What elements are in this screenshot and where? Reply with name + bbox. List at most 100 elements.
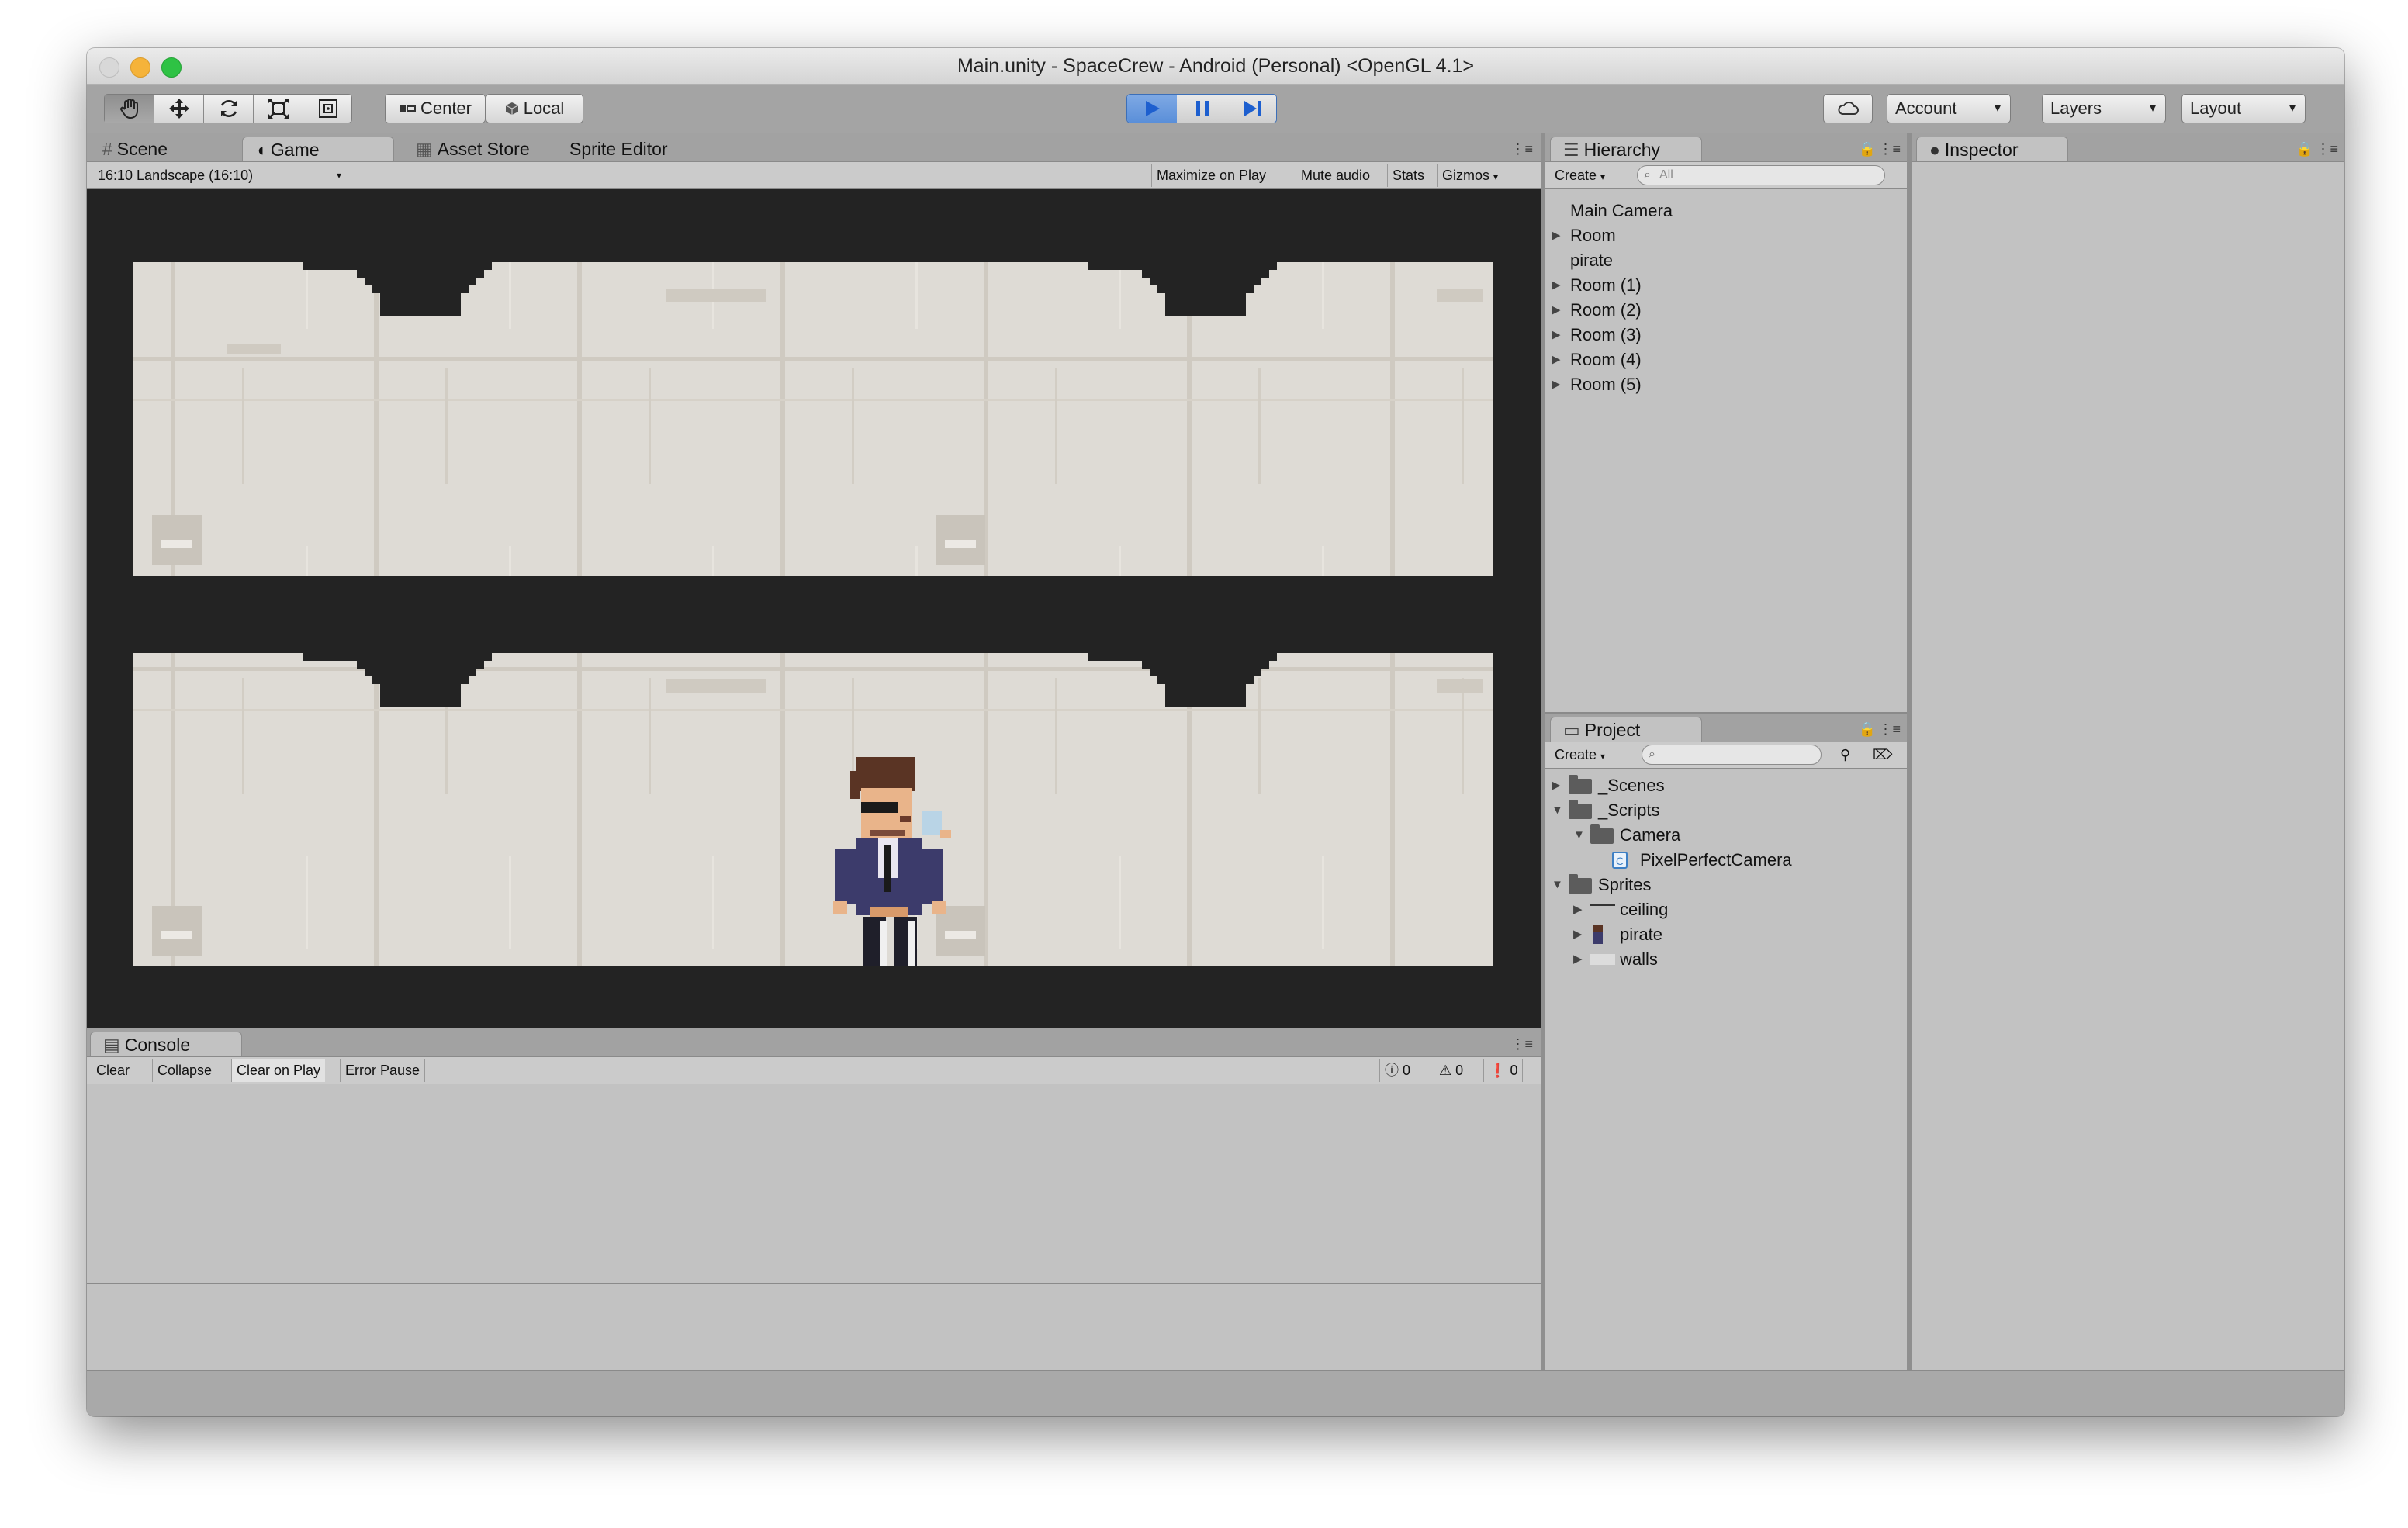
layers-dropdown[interactable]: Layers	[2042, 94, 2166, 123]
unity-editor-window: Main.unity - SpaceCrew - Android (Person…	[87, 48, 2344, 1416]
chevron-right-icon[interactable]: ▶	[1552, 323, 1561, 347]
hierarchy-tree: Main Camera ▶ Room pirate ▶ Room (1) ▶ Room (2)…	[1545, 189, 1907, 757]
hierarchy-item[interactable]: pirate	[1552, 248, 1893, 273]
zoom-window-button[interactable]	[161, 57, 182, 78]
csharp-script-icon: C	[1612, 852, 1628, 869]
project-item-ceiling[interactable]: ▶ ceiling	[1573, 897, 1893, 922]
panel-menu-icon[interactable]: ⋮≡	[1510, 141, 1533, 157]
hierarchy-search-input[interactable]: ⌕ All	[1637, 165, 1885, 185]
mute-audio-toggle[interactable]: Mute audio	[1296, 164, 1375, 187]
console-detail-area[interactable]	[87, 1284, 1541, 1370]
rotate-tool-button[interactable]	[204, 95, 254, 123]
maximize-on-play-toggle[interactable]: Maximize on Play	[1151, 164, 1271, 187]
project-item-camera[interactable]: ▼ Camera	[1573, 823, 1893, 848]
project-item-label: _Scenes	[1598, 776, 1665, 795]
project-item-scenes[interactable]: ▶ _Scenes	[1552, 773, 1893, 798]
lock-icon[interactable]: 🔒	[1859, 721, 1876, 738]
tab-game[interactable]: ◖ Game	[242, 137, 394, 161]
hierarchy-item-label: Room (1)	[1570, 275, 1642, 295]
chevron-right-icon[interactable]: ▶	[1552, 223, 1561, 248]
step-button[interactable]	[1228, 95, 1276, 123]
game-scene-render	[133, 262, 1493, 966]
chevron-right-icon[interactable]: ▶	[1552, 273, 1561, 298]
tab-asset-store[interactable]: ▦ Asset Store	[403, 137, 542, 161]
info-icon: ⓘ	[1385, 1063, 1399, 1078]
folder-icon: ▭	[1563, 720, 1580, 740]
console-info-filter[interactable]: ⓘ 0	[1379, 1059, 1415, 1082]
gizmos-label: Gizmos	[1442, 168, 1490, 183]
account-dropdown[interactable]: Account	[1887, 94, 2011, 123]
inspector-menu-icon[interactable]: ⋮≡	[2316, 141, 2338, 157]
tab-sprite-editor[interactable]: Sprite Editor	[557, 137, 680, 161]
console-warning-filter[interactable]: ⚠ 0	[1434, 1059, 1468, 1082]
play-button[interactable]	[1127, 95, 1178, 123]
stats-toggle[interactable]: Stats	[1387, 164, 1429, 187]
hierarchy-create-button[interactable]: Create ▾	[1548, 164, 1611, 187]
hierarchy-item[interactable]: ▶ Room (1)	[1552, 273, 1893, 298]
project-item-label: _Scripts	[1598, 800, 1660, 820]
transform-tools	[104, 94, 352, 123]
search-icon: ⌕	[1644, 168, 1651, 181]
tab-scene[interactable]: # Scene	[90, 137, 180, 161]
layout-dropdown[interactable]: Layout	[2181, 94, 2306, 123]
tab-hierarchy[interactable]: ☰ Hierarchy	[1550, 137, 1702, 161]
console-error-pause-toggle[interactable]: Error Pause	[340, 1059, 426, 1082]
minimize-window-button[interactable]	[130, 57, 150, 78]
console-menu-icon[interactable]: ⋮≡	[1510, 1036, 1533, 1053]
hand-tool-icon	[119, 99, 138, 119]
chevron-right-icon[interactable]: ▶	[1552, 372, 1561, 397]
tab-console[interactable]: ▤ Console	[90, 1032, 242, 1056]
project-tab-bar: ▭ Project 🔒 ⋮≡	[1545, 712, 1907, 742]
filter-by-type-button[interactable]: ⚲	[1834, 743, 1856, 766]
console-clear-on-play-toggle[interactable]: Clear on Play	[231, 1059, 326, 1082]
hierarchy-item[interactable]: ▶ Room (2)	[1552, 298, 1893, 323]
project-search-input[interactable]: ⌕	[1642, 745, 1822, 765]
hierarchy-item[interactable]: Main Camera	[1552, 199, 1893, 223]
pivot-center-button[interactable]: Center	[385, 94, 486, 123]
filter-by-label-button[interactable]: ⌦	[1867, 743, 1898, 766]
pivot-local-button[interactable]: Local	[486, 94, 583, 123]
hierarchy-item[interactable]: ▶ Room (3)	[1552, 323, 1893, 347]
console-icon: ▤	[103, 1035, 120, 1055]
project-item-pirate[interactable]: ▶ pirate	[1573, 922, 1893, 947]
cloud-button[interactable]	[1823, 94, 1873, 123]
project-item-walls[interactable]: ▶ walls	[1573, 947, 1893, 972]
project-item-sprites[interactable]: ▼ Sprites	[1552, 873, 1893, 897]
tab-game-label: Game	[270, 140, 320, 160]
hierarchy-item[interactable]: ▶ Room (4)	[1552, 347, 1893, 372]
console-clear-button[interactable]: Clear	[92, 1059, 134, 1082]
move-tool-button[interactable]	[154, 95, 204, 123]
pause-button[interactable]	[1177, 95, 1229, 123]
project-item-pixelperfectcamera[interactable]: C PixelPerfectCamera	[1595, 848, 1893, 873]
game-viewport[interactable]	[87, 189, 1541, 1028]
inspector-content	[1912, 162, 2344, 1370]
rotate-tool-icon	[220, 100, 237, 117]
hierarchy-item[interactable]: ▶ Room (5)	[1552, 372, 1893, 397]
project-menu-icon[interactable]: ⋮≡	[1878, 721, 1901, 738]
rect-tool-button[interactable]	[303, 95, 353, 123]
lock-icon[interactable]: 🔒	[1859, 141, 1876, 157]
mute-audio-label: Mute audio	[1301, 168, 1371, 183]
close-window-button[interactable]	[99, 57, 119, 78]
lower-room	[133, 653, 1493, 966]
project-item-scripts[interactable]: ▼ _Scripts	[1552, 798, 1893, 823]
hand-tool-button[interactable]	[105, 95, 154, 123]
console-log-area[interactable]	[87, 1084, 1541, 1284]
tab-inspector[interactable]: ● Inspector	[1916, 137, 2068, 161]
project-create-button[interactable]: Create ▾	[1548, 743, 1611, 766]
tab-project[interactable]: ▭ Project	[1550, 717, 1702, 742]
project-item-label: walls	[1620, 949, 1658, 969]
scale-tool-button[interactable]	[254, 95, 303, 123]
chevron-right-icon[interactable]: ▶	[1552, 347, 1561, 372]
tab-hierarchy-label: Hierarchy	[1583, 140, 1661, 160]
gizmos-toggle[interactable]: Gizmos ▾	[1437, 164, 1503, 187]
console-collapse-toggle[interactable]: Collapse	[152, 1059, 216, 1082]
chevron-down-icon: ▼	[1552, 878, 1563, 891]
lock-icon[interactable]: 🔒	[2296, 141, 2313, 157]
hierarchy-menu-icon[interactable]: ⋮≡	[1878, 141, 1901, 157]
chevron-right-icon[interactable]: ▶	[1552, 298, 1561, 323]
chevron-right-icon: ▶	[1552, 779, 1561, 792]
aspect-dropdown[interactable]: 16:10 Landscape (16:10) ▾	[93, 164, 344, 187]
hierarchy-item[interactable]: ▶ Room	[1552, 223, 1893, 248]
console-error-filter[interactable]: ❗ 0	[1483, 1059, 1524, 1082]
